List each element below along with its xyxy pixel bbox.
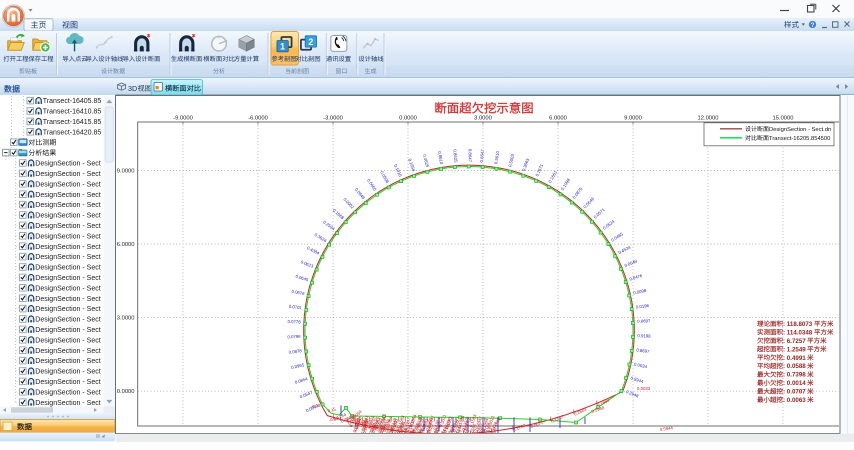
svg-text:DesignSection - Sect: DesignSection - Sect bbox=[35, 317, 100, 324]
svg-text:2: 2 bbox=[308, 37, 313, 47]
svg-text:9.0000: 9.0000 bbox=[624, 116, 642, 122]
svg-text:0.0033: 0.0033 bbox=[637, 386, 651, 391]
svg-text:DesignSection - Sect: DesignSection - Sect bbox=[35, 265, 100, 272]
svg-text:: 6.7257: : 6.7257 bbox=[783, 338, 806, 345]
svg-text:Transect-16405.85: Transect-16405.85 bbox=[43, 98, 102, 105]
svg-text:Transect-16420.85: Transect-16420.85 bbox=[43, 129, 102, 136]
svg-text:Transect-16410.85: Transect-16410.85 bbox=[43, 109, 102, 116]
svg-text:DesignSection - Sect: DesignSection - Sect bbox=[35, 171, 100, 178]
svg-text:DesignSection - Sect: DesignSection - Sect bbox=[35, 337, 100, 344]
svg-text:DesignSection - Sect: DesignSection - Sect bbox=[35, 327, 100, 334]
svg-text:DesignSection - Sect: DesignSection - Sect bbox=[35, 369, 100, 376]
svg-text:1: 1 bbox=[280, 41, 285, 51]
svg-text:-3.0000: -3.0000 bbox=[323, 116, 343, 122]
svg-text:DesignSection - Sect.dn: DesignSection - Sect.dn bbox=[769, 127, 831, 133]
svg-text:: 1.2549: : 1.2549 bbox=[783, 346, 806, 353]
svg-text:Transect-16205.854500: Transect-16205.854500 bbox=[769, 136, 830, 142]
svg-text:0.0000: 0.0000 bbox=[117, 389, 135, 395]
svg-text:DesignSection - Sect: DesignSection - Sect bbox=[35, 358, 100, 365]
svg-text:: 0.7398: : 0.7398 bbox=[783, 372, 806, 379]
svg-text:6.0000: 6.0000 bbox=[117, 242, 135, 248]
svg-text:6.0000: 6.0000 bbox=[549, 116, 567, 122]
svg-text:DesignSection - Sect: DesignSection - Sect bbox=[35, 400, 100, 407]
svg-text:0.0776: 0.0776 bbox=[287, 319, 301, 325]
svg-text:DesignSection - Sect: DesignSection - Sect bbox=[35, 296, 100, 303]
svg-text:: 0.0014: : 0.0014 bbox=[783, 380, 806, 387]
svg-text:DesignSection - Sect: DesignSection - Sect bbox=[35, 202, 100, 209]
svg-text:0.0000: 0.0000 bbox=[399, 116, 417, 122]
svg-text:: 0.0707: : 0.0707 bbox=[783, 389, 806, 396]
svg-text:: 118.8073: : 118.8073 bbox=[783, 321, 813, 328]
svg-text:DesignSection - Sect: DesignSection - Sect bbox=[35, 379, 100, 386]
svg-text:3D: 3D bbox=[128, 84, 137, 93]
svg-text:: 114.0348: : 114.0348 bbox=[783, 329, 813, 336]
svg-text:DesignSection - Sect: DesignSection - Sect bbox=[35, 285, 100, 292]
svg-text:DesignSection - Sect: DesignSection - Sect bbox=[35, 244, 100, 251]
svg-text:: 0.0588: : 0.0588 bbox=[783, 363, 806, 370]
svg-text:DesignSection - Sect: DesignSection - Sect bbox=[35, 213, 100, 220]
svg-text:3.0000: 3.0000 bbox=[474, 116, 492, 122]
svg-text:DesignSection - Sect: DesignSection - Sect bbox=[35, 233, 100, 240]
svg-text:DesignSection - Sect: DesignSection - Sect bbox=[35, 389, 100, 396]
svg-text:15.0000: 15.0000 bbox=[773, 116, 794, 122]
svg-text:-9.0000: -9.0000 bbox=[173, 116, 193, 122]
svg-text:DesignSection - Sect: DesignSection - Sect bbox=[35, 348, 100, 355]
svg-text:0.0697: 0.0697 bbox=[637, 318, 651, 324]
svg-text:DesignSection - Sect: DesignSection - Sect bbox=[35, 275, 100, 282]
svg-text:Transect-16415.85: Transect-16415.85 bbox=[43, 119, 102, 126]
svg-text:?: ? bbox=[811, 22, 815, 29]
svg-text:DesignSection - Sect: DesignSection - Sect bbox=[35, 223, 100, 230]
svg-text:DesignSection - Sect: DesignSection - Sect bbox=[35, 181, 100, 188]
svg-text:0.9198: 0.9198 bbox=[637, 333, 651, 339]
svg-text:3.0000: 3.0000 bbox=[117, 316, 135, 322]
svg-text:0.0798: 0.0798 bbox=[287, 334, 301, 340]
svg-text:: 0.4991: : 0.4991 bbox=[783, 355, 806, 362]
svg-text:0.8647: 0.8647 bbox=[468, 149, 473, 163]
svg-text:: 0.0063: : 0.0063 bbox=[783, 397, 806, 404]
svg-text:DesignSection - Sect: DesignSection - Sect bbox=[35, 161, 100, 168]
svg-text:12.0000: 12.0000 bbox=[698, 116, 719, 122]
svg-text:DesignSection - Sect: DesignSection - Sect bbox=[35, 306, 100, 313]
svg-text:DesignSection - Sect: DesignSection - Sect bbox=[35, 254, 100, 261]
svg-text:DesignSection - Sect: DesignSection - Sect bbox=[35, 192, 100, 199]
svg-text:-6.0000: -6.0000 bbox=[248, 116, 268, 122]
svg-text:9.0000: 9.0000 bbox=[117, 169, 135, 175]
